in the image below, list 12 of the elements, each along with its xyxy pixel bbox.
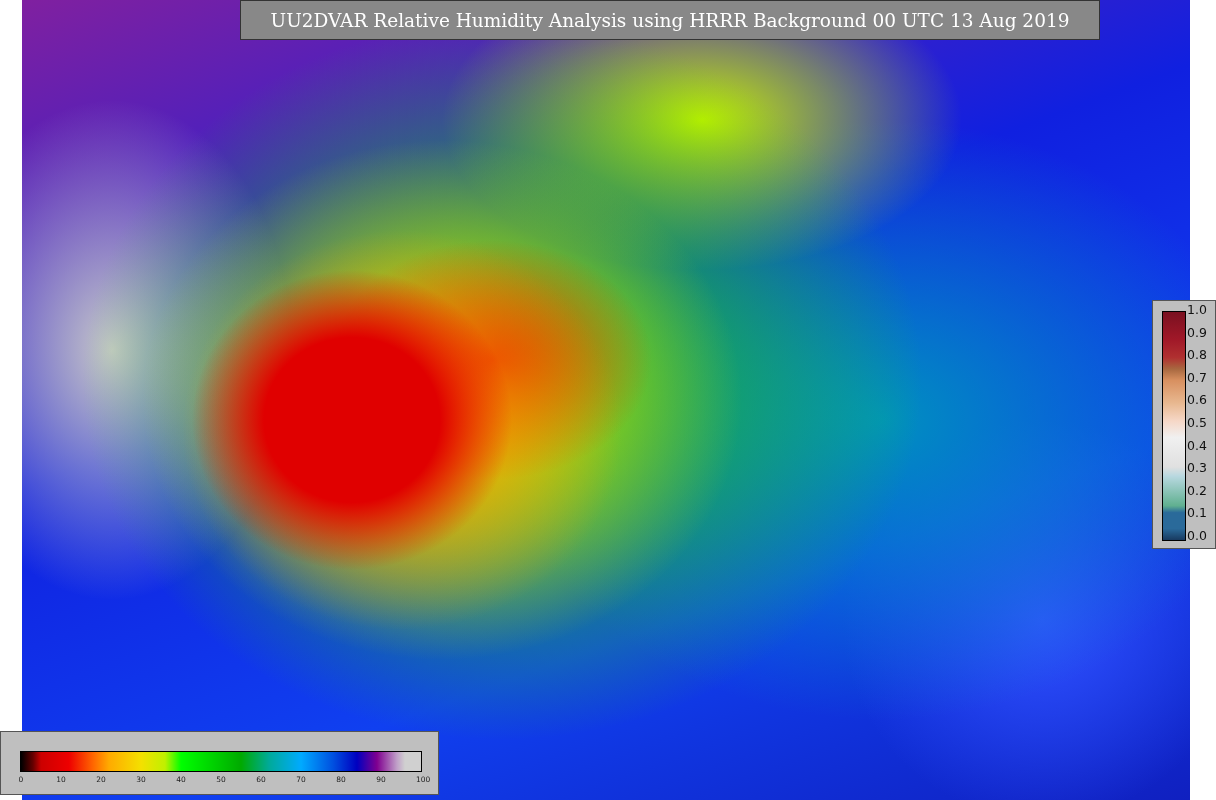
tick-label: 0.8 <box>1187 348 1207 363</box>
tick-label: 0.0 <box>1187 528 1207 543</box>
tick-label: 0.5 <box>1187 415 1207 430</box>
tick-label: 0.1 <box>1187 506 1207 521</box>
tick-label: 0.9 <box>1187 325 1207 340</box>
tick-label: 0.2 <box>1187 483 1207 498</box>
tick-label: 0.6 <box>1187 393 1207 408</box>
tick-label: 0.7 <box>1187 370 1207 385</box>
map-title: UU2DVAR Relative Humidity Analysis using HRRR Background 00 UTC 13 Aug 2019 <box>240 0 1100 40</box>
tick-label: 1.0 <box>1187 303 1207 317</box>
tick-label: 0.4 <box>1187 438 1207 453</box>
tick-label: 0.3 <box>1187 461 1207 476</box>
